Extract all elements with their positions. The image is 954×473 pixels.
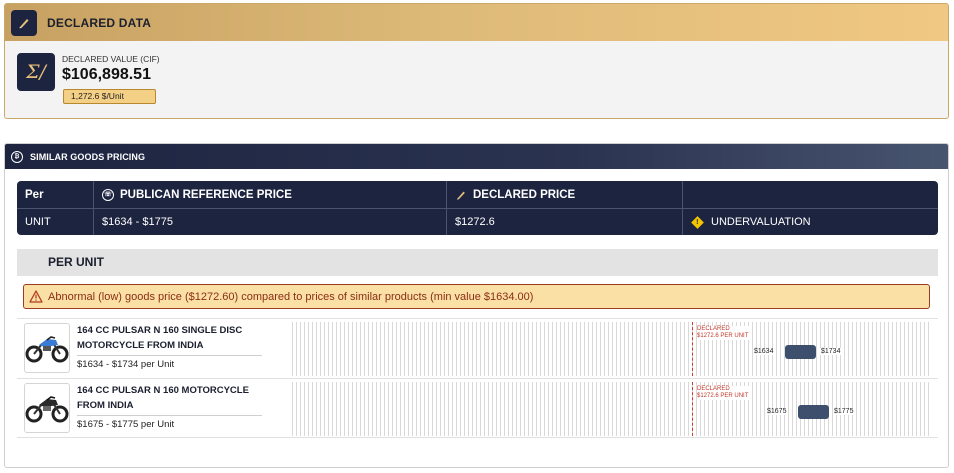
cell-status: ! UNDERVALUATION [683,209,938,235]
range-min-label: $1675 [766,408,788,415]
product-name: 164 CC PULSAR N 160 SINGLE DISC MOTORCYC… [77,323,262,356]
header-declared-price-label: DECLARED PRICE [473,188,576,201]
sigma-icon: Σ/ [17,53,55,91]
declared-marker-title: DECLARED [697,326,730,332]
list-item[interactable]: 164 CC PULSAR N 160 MOTORCYCLE FROM INDI… [17,378,938,438]
declared-value: $106,898.51 [62,66,151,83]
motorcycle-image [24,383,70,433]
range-max-label: $1734 [820,348,842,355]
alert-text: Abnormal (low) goods price ($1272.60) co… [48,290,534,303]
declared-marker-title: DECLARED [697,386,730,392]
cell-unit: UNIT [17,209,94,235]
similar-goods-header: ₿ SIMILAR GOODS PRICING [5,144,948,169]
declared-data-body: Σ/ DECLARED VALUE (CIF) $106,898.51 1,27… [5,41,948,118]
declared-price-marker [692,322,693,376]
product-price-range: $1634 - $1734 per Unit [77,359,175,370]
pen-icon [11,9,37,36]
declared-price-marker [692,382,693,436]
header-reference-price-label: PUBLICAN REFERENCE PRICE [120,188,292,201]
whatsapp-icon: ☏ [102,188,114,201]
reference-range-bar [785,345,816,359]
product-price-range: $1675 - $1775 per Unit [77,419,175,430]
similar-goods-card: ₿ SIMILAR GOODS PRICING Per ☏ PUBLICAN R… [4,143,949,468]
abnormal-price-alert: Abnormal (low) goods price ($1272.60) co… [23,284,930,309]
table-header-row: Per ☏ PUBLICAN REFERENCE PRICE DECLARED … [17,181,938,208]
declared-data-header: DECLARED DATA [5,4,948,41]
declared-marker-label: DECLARED $1272.6 PER UNIT [697,386,750,400]
declared-marker-label: DECLARED $1272.6 PER UNIT [697,326,750,340]
motorcycle-image [24,323,70,373]
declared-marker-value: $1272.6 PER UNIT [697,333,749,339]
list-item[interactable]: 164 CC PULSAR N 160 SINGLE DISC MOTORCYC… [17,318,938,378]
table-row: UNIT $1634 - $1775 $1272.6 ! UNDERVALUAT… [17,208,938,235]
warning-triangle-icon [29,290,43,303]
cell-declared-price: $1272.6 [447,209,683,235]
cell-reference-price: $1634 - $1775 [94,209,447,235]
declared-value-label: DECLARED VALUE (CIF) [62,54,160,64]
status-label: UNDERVALUATION [711,216,811,228]
declared-data-card: DECLARED DATA Σ/ DECLARED VALUE (CIF) $1… [4,3,949,119]
declared-marker-value: $1272.6 PER UNIT [697,393,749,399]
price-comparison-table: Per ☏ PUBLICAN REFERENCE PRICE DECLARED … [17,181,938,235]
unit-price-badge: 1,272.6 $/Unit [63,89,156,104]
range-min-label: $1634 [753,348,775,355]
pen-icon [455,189,467,201]
similar-goods-title: SIMILAR GOODS PRICING [30,151,146,162]
header-declared-price: DECLARED PRICE [447,181,683,208]
range-max-label: $1775 [833,408,855,415]
header-status [683,181,938,208]
product-name: 164 CC PULSAR N 160 MOTORCYCLE FROM INDI… [77,383,262,416]
section-title-per-unit: PER UNIT [17,249,938,276]
warning-icon: ! [691,215,704,229]
header-per: Per [17,181,94,208]
declared-data-title: DECLARED DATA [47,15,152,30]
reference-range-bar [798,405,829,419]
chat-icon: ₿ [11,150,23,163]
header-reference-price: ☏ PUBLICAN REFERENCE PRICE [94,181,447,208]
